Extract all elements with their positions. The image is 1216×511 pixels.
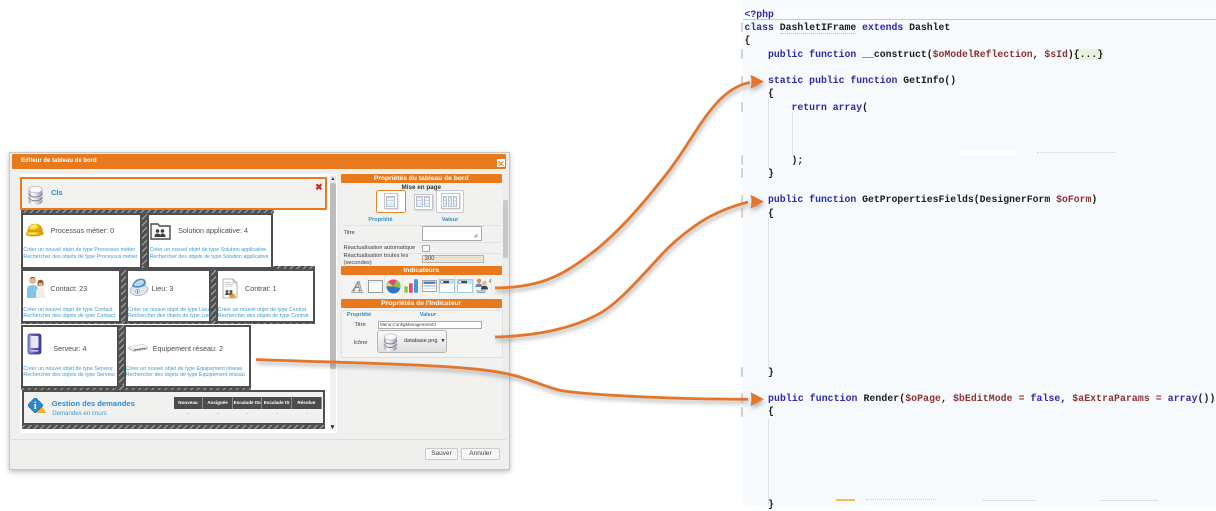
svg-text:A: A bbox=[352, 279, 363, 294]
svg-text:4: 4 bbox=[489, 279, 491, 285]
svg-text:i: i bbox=[34, 401, 37, 412]
